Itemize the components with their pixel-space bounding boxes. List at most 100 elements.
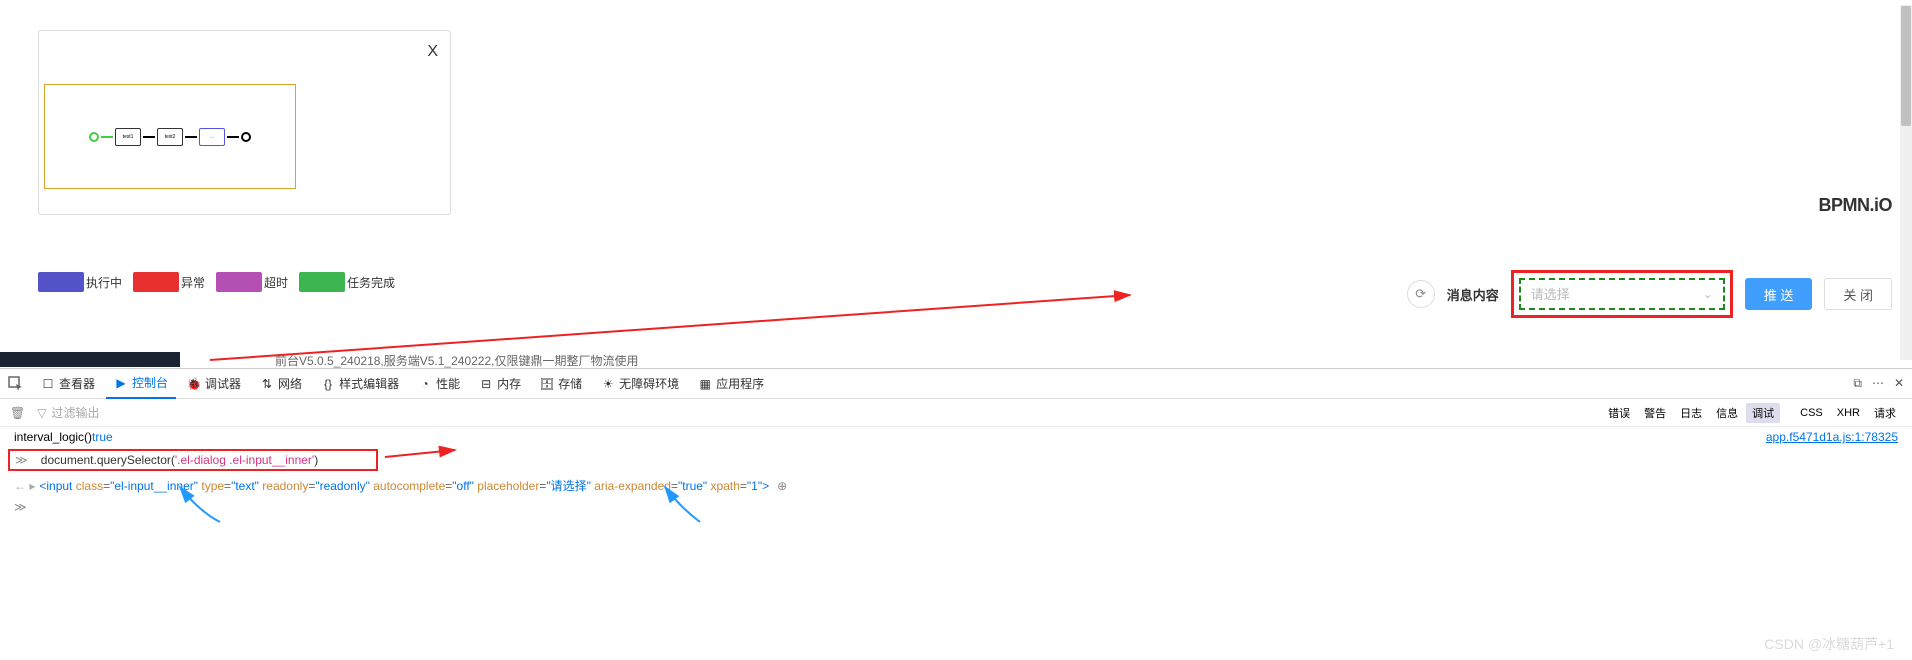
legend-label: 超时 bbox=[264, 274, 288, 291]
close-icon[interactable]: X bbox=[427, 43, 438, 61]
status-legend: 执行中 异常 超时 任务完成 bbox=[38, 272, 406, 292]
tab-memory[interactable]: ⊟ 内存 bbox=[471, 369, 529, 399]
command-argument: '.el-dialog .el-input__inner' bbox=[175, 453, 314, 467]
tab-network[interactable]: ⇅网络 bbox=[252, 369, 310, 399]
console-filter-bar: 🗑 ▽ 过滤输出 错误 警告 日志 信息 调试 CSS XHR 请求 bbox=[0, 399, 1912, 427]
tab-label: 存储 bbox=[558, 375, 582, 392]
message-select-input[interactable] bbox=[1531, 287, 1691, 302]
message-form-row: ⟳ 消息内容 ⌄ 推 送 关 闭 bbox=[1407, 270, 1892, 318]
tab-style[interactable]: {} 样式编辑器 bbox=[313, 369, 407, 399]
scrollbar-thumb[interactable] bbox=[1901, 6, 1911, 126]
console-icon: ▶ bbox=[114, 376, 128, 390]
legend-swatch-executing bbox=[38, 272, 84, 292]
tab-performance[interactable]: ◔ 性能 bbox=[410, 369, 468, 399]
sequence-flow-line bbox=[101, 136, 113, 138]
tab-a11y[interactable]: ☀ 无障碍环境 bbox=[593, 369, 687, 399]
task-node: test2 bbox=[157, 128, 183, 146]
debugger-icon: 🐞 bbox=[187, 377, 201, 391]
source-link[interactable]: app.f5471d1a.js:1:78325 bbox=[1766, 430, 1898, 444]
a11y-icon: ☀ bbox=[601, 377, 615, 391]
version-text: 前台V5.0.5_240218,服务端V5.1_240222,仅限键鼎一期整厂物… bbox=[275, 352, 638, 369]
tab-inspector[interactable]: ☐ 查看器 bbox=[33, 369, 103, 399]
close-button[interactable]: 关 闭 bbox=[1824, 278, 1892, 310]
result-arrow-icon: ← ▸ bbox=[14, 479, 35, 493]
result-html[interactable]: <input class="el-input__inner" type="tex… bbox=[39, 477, 769, 494]
legend-swatch-abnormal bbox=[133, 272, 179, 292]
legend-label: 任务完成 bbox=[347, 274, 395, 291]
storage-icon: 🗄 bbox=[540, 377, 554, 391]
legend-swatch-done bbox=[299, 272, 345, 292]
console-prompt-icon: ≫ bbox=[15, 453, 28, 467]
chevron-down-icon: ⌄ bbox=[1703, 287, 1713, 301]
refresh-button[interactable]: ⟳ bbox=[1407, 280, 1435, 308]
app-icon: ▦ bbox=[698, 377, 712, 391]
filter-placeholder: 过滤输出 bbox=[51, 404, 99, 421]
tab-console[interactable]: ▶ 控制台 bbox=[106, 369, 176, 399]
element-picker-icon[interactable] bbox=[8, 376, 24, 392]
sequence-flow-line bbox=[143, 136, 155, 138]
tab-label: 应用程序 bbox=[716, 375, 764, 392]
browser-devtools: ☐ 查看器 ▶ 控制台 🐞 调试器 ⇅网络 {} 样式编辑器 ◔ 性能 ⊟ 内存 🗄 存储 ☀… bbox=[0, 368, 1912, 660]
csdn-watermark: CSDN @冰糖葫芦+1 bbox=[1764, 634, 1894, 654]
funnel-icon: ▽ bbox=[37, 406, 46, 420]
console-input-line[interactable]: ≫ bbox=[0, 498, 1912, 516]
start-event-icon bbox=[89, 132, 99, 142]
sequence-flow-line bbox=[227, 136, 239, 138]
tab-label: 调试器 bbox=[205, 375, 241, 392]
clear-console-icon[interactable]: 🗑 bbox=[10, 406, 25, 420]
tab-storage[interactable]: 🗄 存储 bbox=[532, 369, 590, 399]
style-icon: {} bbox=[321, 377, 335, 391]
tab-label: 控制台 bbox=[132, 374, 168, 391]
tab-debugger[interactable]: 🐞 调试器 bbox=[179, 369, 249, 399]
network-icon: ⇅ bbox=[260, 377, 274, 391]
memory-icon: ⊟ bbox=[479, 377, 493, 391]
tab-label: 查看器 bbox=[59, 375, 95, 392]
push-button[interactable]: 推 送 bbox=[1745, 278, 1813, 310]
devtools-tabs: ☐ 查看器 ▶ 控制台 🐞 调试器 ⇅网络 {} 样式编辑器 ◔ 性能 ⊟ 内存 🗄 存储 ☀… bbox=[0, 369, 1912, 399]
tab-label: 内存 bbox=[497, 375, 521, 392]
tab-app[interactable]: ▦ 应用程序 bbox=[690, 369, 772, 399]
filter-log[interactable]: 日志 bbox=[1674, 403, 1708, 423]
tab-label: 样式编辑器 bbox=[339, 375, 399, 392]
task-node-active: ... bbox=[199, 128, 225, 146]
dock-side-icon[interactable]: ⧉ bbox=[1853, 376, 1862, 391]
bpmn-diagram[interactable]: test1 test2 ... bbox=[44, 84, 296, 189]
vertical-scrollbar[interactable] bbox=[1900, 5, 1912, 360]
end-event-icon bbox=[241, 132, 251, 142]
filter-error[interactable]: 错误 bbox=[1602, 403, 1636, 423]
legend-swatch-timeout bbox=[216, 272, 262, 292]
legend-label: 异常 bbox=[181, 274, 205, 291]
more-icon[interactable]: ⋯ bbox=[1872, 376, 1884, 391]
filter-output-input[interactable]: ▽ 过滤输出 bbox=[37, 404, 99, 421]
tab-label: 无障碍环境 bbox=[619, 375, 679, 392]
log-value: true bbox=[92, 430, 113, 444]
log-text: interval_logic() bbox=[14, 430, 92, 444]
task-node: test1 bbox=[115, 128, 141, 146]
performance-icon: ◔ bbox=[418, 377, 432, 391]
sequence-flow-line bbox=[185, 136, 197, 138]
console-log-line: interval_logic() true app.f5471d1a.js:1:… bbox=[0, 427, 1912, 447]
legend-label: 执行中 bbox=[86, 274, 122, 291]
bpmn-io-logo: BPMN.iO bbox=[1818, 195, 1892, 216]
annotation-red-frame: ⌄ bbox=[1511, 270, 1733, 318]
annotation-red-frame-command: ≫ document.querySelector('.el-dialog .el… bbox=[8, 449, 378, 471]
filter-debug[interactable]: 调试 bbox=[1746, 403, 1780, 423]
tab-label: 性能 bbox=[436, 375, 460, 392]
inspector-icon: ☐ bbox=[41, 377, 55, 391]
filter-css[interactable]: CSS bbox=[1794, 405, 1829, 421]
filter-warn[interactable]: 警告 bbox=[1638, 403, 1672, 423]
refresh-icon: ⟳ bbox=[1415, 286, 1426, 302]
filter-xhr[interactable]: XHR bbox=[1831, 405, 1866, 421]
app-content: X test1 test2 ... BPMN.iO 执行中 异常 超时 任务完成 bbox=[0, 0, 1912, 365]
command-method: document.querySelector bbox=[41, 453, 171, 467]
filter-req[interactable]: 请求 bbox=[1868, 403, 1902, 423]
message-select[interactable]: ⌄ bbox=[1519, 278, 1725, 310]
message-content-label: 消息内容 bbox=[1447, 285, 1499, 304]
sidebar-fragment bbox=[0, 352, 180, 367]
flow-container: test1 test2 ... bbox=[89, 128, 251, 146]
close-devtools-icon[interactable]: ✕ bbox=[1894, 376, 1904, 391]
console-result-line: ← ▸ <input class="el-input__inner" type=… bbox=[0, 473, 1912, 498]
bpmn-dialog: X test1 test2 ... bbox=[38, 30, 451, 215]
target-icon[interactable]: ⊕ bbox=[777, 479, 787, 493]
filter-info[interactable]: 信息 bbox=[1710, 403, 1744, 423]
